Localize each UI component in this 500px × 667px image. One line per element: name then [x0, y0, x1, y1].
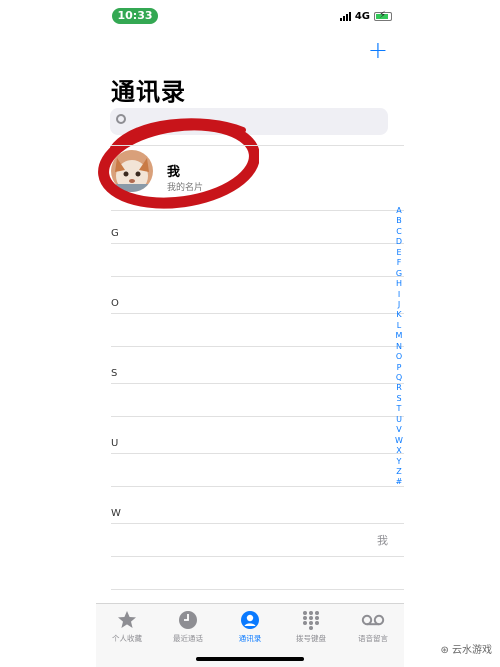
status-time: 10:33: [112, 8, 158, 24]
section-header: W: [111, 508, 121, 519]
tab-contacts[interactable]: 通讯录: [219, 610, 281, 644]
index-letter[interactable]: Z: [393, 467, 404, 477]
index-letter[interactable]: W: [393, 436, 404, 446]
index-letter[interactable]: J: [393, 300, 404, 310]
tab-favorites[interactable]: 个人收藏: [96, 610, 158, 644]
index-letter[interactable]: H: [393, 279, 404, 289]
watermark-label: ⊛ 云水游戏: [440, 645, 492, 656]
my-card-subtitle: 我的名片: [167, 183, 204, 193]
index-letter[interactable]: M: [393, 331, 404, 341]
battery-icon: ⚡: [374, 10, 392, 21]
keypad-icon: [303, 611, 319, 630]
tab-label: 最近通话: [173, 634, 203, 643]
clock-icon: [179, 611, 197, 629]
index-letter[interactable]: P: [393, 363, 404, 373]
tab-recents[interactable]: 最近通话: [157, 610, 219, 644]
index-letter[interactable]: F: [393, 258, 404, 268]
index-letter[interactable]: S: [393, 394, 404, 404]
index-letter[interactable]: I: [393, 290, 404, 300]
index-letter[interactable]: D: [393, 237, 404, 247]
plus-icon[interactable]: +: [368, 38, 388, 62]
index-letter[interactable]: T: [393, 404, 404, 414]
index-letter[interactable]: Q: [393, 373, 404, 383]
alphabet-index[interactable]: A B C D E F G H I J K L M N O P Q R S T U V W X Y Z #: [393, 206, 404, 488]
section-header: G: [111, 228, 119, 239]
person-circle-icon: [241, 611, 259, 629]
tab-label: 拨号键盘: [296, 634, 326, 643]
section-header: S: [111, 368, 118, 379]
index-letter[interactable]: U: [393, 415, 404, 425]
status-indicators: 4G ⚡: [339, 10, 392, 22]
index-letter[interactable]: X: [393, 446, 404, 456]
search-input[interactable]: [110, 108, 388, 135]
home-indicator[interactable]: [196, 657, 304, 661]
index-letter[interactable]: L: [393, 321, 404, 331]
index-letter[interactable]: C: [393, 227, 404, 237]
phone-screen: 10:33 4G ⚡ + 通讯录 我 我的名片 G O S U W 我 A B …: [96, 0, 404, 667]
section-header: U: [111, 438, 119, 449]
my-card[interactable]: 我 我的名片: [111, 150, 311, 200]
watermark-logo-icon: ⊛: [440, 645, 452, 656]
index-letter[interactable]: N: [393, 342, 404, 352]
voicemail-icon: [361, 614, 385, 626]
my-card-name: 我: [167, 165, 181, 180]
index-letter[interactable]: V: [393, 425, 404, 435]
signal-icon: [339, 11, 351, 21]
search-icon: [116, 114, 126, 124]
section-header: O: [111, 298, 119, 309]
contact-row-name[interactable]: 我: [377, 532, 388, 548]
index-letter[interactable]: G: [393, 269, 404, 279]
tab-voicemail[interactable]: 语音留言: [342, 610, 404, 644]
page-title: 通讯录: [111, 78, 186, 106]
index-letter[interactable]: O: [393, 352, 404, 362]
avatar: [111, 150, 153, 192]
tab-label: 语音留言: [358, 634, 388, 643]
network-label: 4G: [354, 10, 370, 22]
index-letter[interactable]: #: [393, 477, 404, 487]
star-icon: [118, 611, 136, 628]
tab-keypad[interactable]: 拨号键盘: [280, 610, 342, 644]
index-letter[interactable]: R: [393, 383, 404, 393]
index-letter[interactable]: K: [393, 310, 404, 320]
index-letter[interactable]: B: [393, 216, 404, 226]
tab-label: 个人收藏: [112, 634, 142, 643]
index-letter[interactable]: E: [393, 248, 404, 258]
index-letter[interactable]: Y: [393, 457, 404, 467]
index-letter[interactable]: A: [393, 206, 404, 216]
tab-label: 通讯录: [238, 634, 262, 643]
